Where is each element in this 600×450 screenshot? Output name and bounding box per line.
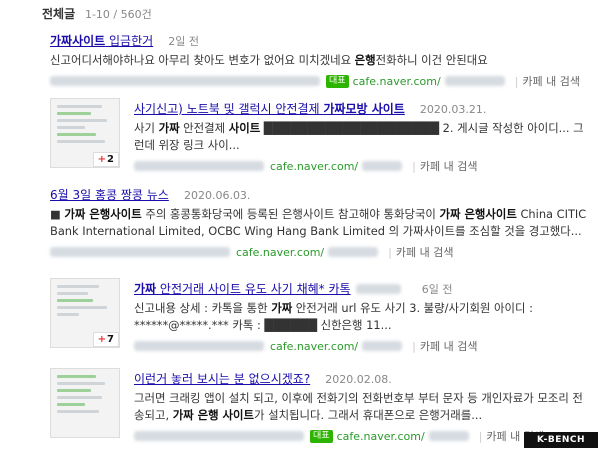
representative-badge: 대표: [326, 74, 349, 88]
blurred-cafe-name: [134, 341, 264, 351]
result-snippet: ■ 가짜 은행사이트 주의 홍콩통화당국에 등록된 은행사이트 참고해야 통화당…: [50, 207, 587, 238]
result-meta: cafe.naver.com/ | 카페 내 검색: [50, 244, 590, 260]
search-result: 사기신고) 노트북 및 갤럭시 안전결제 가짜모방 사이트 2020.03.21…: [134, 98, 589, 174]
result-thumbnail[interactable]: +7: [50, 278, 120, 348]
blurred-url-path: [362, 341, 403, 351]
blurred-url-path: [428, 431, 469, 441]
meta-separator: |: [412, 339, 416, 353]
blurred-url-path: [362, 161, 403, 171]
result-thumbnail[interactable]: +2: [50, 98, 120, 168]
blurred-cafe-name: [134, 431, 304, 441]
blurred-cafe-name: [134, 161, 264, 171]
results-count: 1-10 / 560건: [84, 8, 152, 21]
meta-separator: |: [514, 74, 519, 88]
result-title-link[interactable]: 이런거 놓러 보시는 분 없으시겠죠?: [134, 372, 310, 386]
search-result: 이런거 놓러 보시는 분 없으시겠죠? 2020.02.08. 그러면 크래킹 …: [134, 368, 589, 444]
result-url[interactable]: cafe.naver.com/: [353, 75, 441, 88]
result-snippet: 그러면 크래킹 앱이 설치 되고, 이후에 전화기의 전화번호부 부터 문자 등…: [134, 391, 583, 422]
search-result: 6월 3일 홍콩 짱콩 뉴스 2020.06.03. ■ 가짜 은행사이트 주의…: [50, 184, 590, 260]
result-snippet: 사기 가짜 안전결제 사이트 ████████████████████ 2. 게…: [134, 121, 584, 152]
blurred-url-path: [444, 76, 505, 86]
cafe-search-link[interactable]: 카페 내 검색: [420, 158, 478, 174]
result-date: 2020.02.08.: [325, 373, 392, 386]
blurred-cafe-name: [50, 76, 320, 86]
result-meta: cafe.naver.com/ | 카페 내 검색: [134, 158, 589, 174]
result-snippet: 신고내용 상세 : 카톡을 통한 가짜 안전거래 url 유도 사기 3. 불량…: [134, 301, 533, 332]
cafe-search-link[interactable]: 카페 내 검색: [396, 244, 454, 260]
result-title-link[interactable]: 가짜 안전거래 사이트 유도 사기 채혜* 카톡: [134, 282, 351, 296]
results-header: 전체글 1-10 / 560건: [42, 5, 152, 22]
result-date: 2020.03.21.: [419, 103, 487, 116]
result-date: 2일 전: [168, 35, 200, 48]
result-snippet: 신고어디서해야하나요 아무리 찾아도 변호가 없어요 미치겠네요 은행전화하니 …: [50, 53, 488, 67]
blurred-title-part: [355, 283, 401, 294]
result-url[interactable]: cafe.naver.com/: [270, 160, 358, 173]
result-title-link[interactable]: 6월 3일 홍콩 짱콩 뉴스: [50, 188, 169, 202]
result-url[interactable]: cafe.naver.com/: [270, 340, 358, 353]
result-meta: cafe.naver.com/ | 카페 내 검색: [134, 338, 589, 354]
result-meta: 대표 cafe.naver.com/ | 카페 내 검색: [50, 73, 590, 89]
result-url[interactable]: cafe.naver.com/: [236, 246, 324, 259]
blurred-url-path: [328, 247, 379, 257]
result-title-link[interactable]: 가짜사이트 입금한거: [50, 34, 153, 48]
result-title-link[interactable]: 사기신고) 노트북 및 갤럭시 안전결제 가짜모방 사이트: [134, 102, 405, 116]
result-meta: 대표 cafe.naver.com/ | 카페 내 검색: [134, 428, 589, 444]
cafe-search-link[interactable]: 카페 내 검색: [522, 73, 580, 89]
meta-separator: |: [412, 159, 416, 173]
result-date: 6일 전: [421, 283, 453, 296]
result-url[interactable]: cafe.naver.com/: [337, 430, 425, 443]
representative-badge: 대표: [310, 429, 333, 443]
image-count-badge: +7: [92, 332, 119, 347]
results-title: 전체글: [42, 7, 76, 21]
watermark-logo: K-BENCH: [524, 432, 598, 448]
blurred-cafe-name: [50, 247, 230, 257]
meta-separator: |: [388, 245, 392, 259]
result-thumbnail[interactable]: [50, 368, 120, 438]
result-date: 2020.06.03.: [183, 189, 251, 202]
meta-separator: |: [478, 429, 483, 443]
search-result: 가짜 안전거래 사이트 유도 사기 채혜* 카톡 6일 전 신고내용 상세 : …: [134, 278, 589, 354]
cafe-search-link[interactable]: 카페 내 검색: [420, 338, 478, 354]
search-result: 가짜사이트 입금한거 2일 전 신고어디서해야하나요 아무리 찾아도 변호가 없…: [50, 30, 590, 89]
image-count-badge: +2: [92, 152, 119, 167]
